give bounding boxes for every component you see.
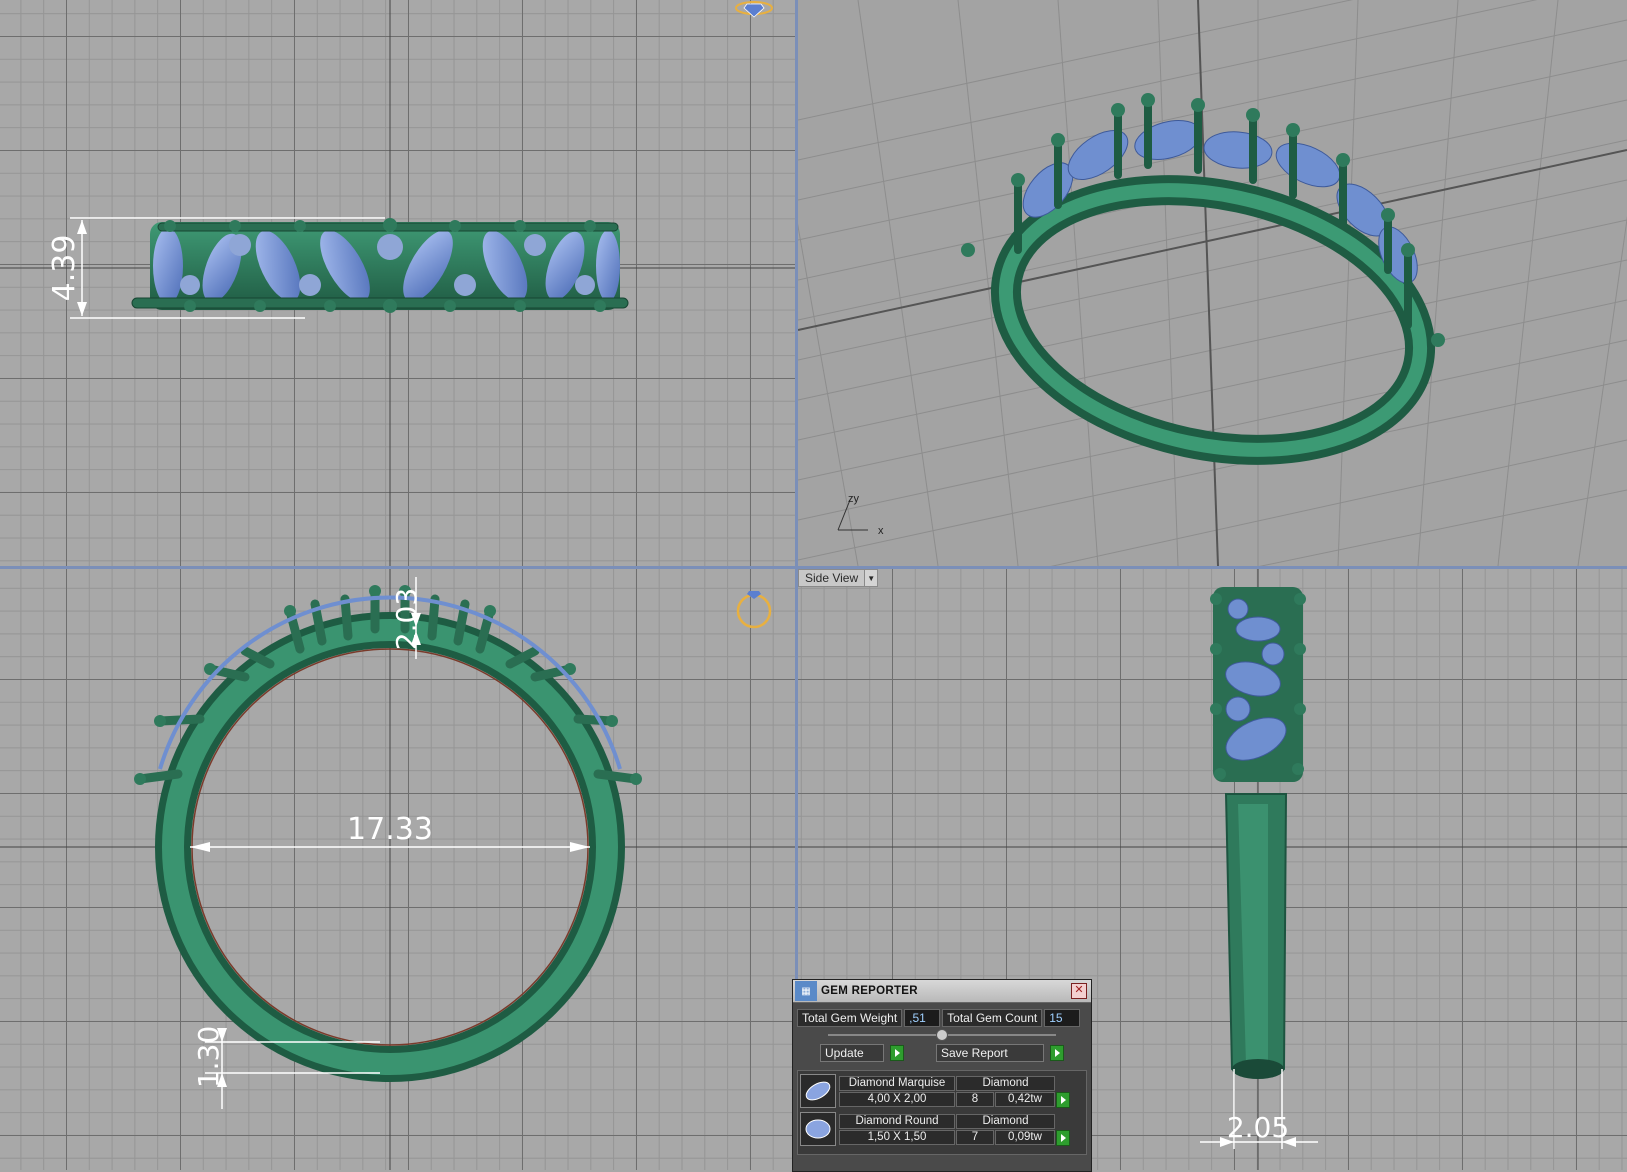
perspective-grid: x zy <box>798 0 1627 566</box>
gem-name: Diamond Round <box>839 1113 955 1129</box>
gem-reporter-title: GEM REPORTER <box>821 985 918 997</box>
axis-zy-label: zy <box>848 493 860 505</box>
ring-side-view <box>1210 587 1306 1079</box>
gem-reporter-panel: ▦ GEM REPORTER ✕ Total Gem Weight ,51 To… <box>792 979 1092 1172</box>
gem-count: 8 <box>956 1091 994 1107</box>
ring-viewport-icon[interactable] <box>736 591 772 629</box>
axis-gizmo: x zy <box>837 493 884 537</box>
total-gem-count-value: 15 <box>1044 1009 1081 1027</box>
perspective-viewport[interactable]: x zy <box>798 0 1627 566</box>
list-item[interactable]: Diamond Round Diamond 1,50 X 1,50 7 0,09… <box>800 1112 1084 1146</box>
save-report-play-icon[interactable] <box>1050 1045 1064 1061</box>
dimension-top-thickness: 2.03 <box>390 577 423 659</box>
dimension-bottom-thickness-text: 1.30 <box>192 1026 225 1088</box>
totals-row: Total Gem Weight ,51 Total Gem Count 15 <box>797 1009 1087 1027</box>
gem-weight: 0,42tw <box>995 1091 1055 1107</box>
update-button[interactable]: Update <box>820 1044 884 1062</box>
gem-size: 1,50 X 1,50 <box>839 1129 955 1145</box>
gem-material: Diamond <box>956 1075 1055 1091</box>
gem-viewport-icon[interactable] <box>735 1 773 18</box>
gem-select-play-icon[interactable] <box>1056 1129 1070 1146</box>
total-gem-weight-value: ,51 <box>904 1009 941 1027</box>
gem-material: Diamond <box>956 1113 1055 1129</box>
save-report-button[interactable]: Save Report <box>936 1044 1044 1062</box>
gem-list: Diamond Marquise Diamond 4,00 X 2,00 8 0… <box>797 1070 1087 1155</box>
gem-select-play-icon[interactable] <box>1056 1091 1070 1108</box>
top-viewport[interactable]: 4.39 <box>0 0 795 566</box>
gem-reporter-titlebar[interactable]: ▦ GEM REPORTER ✕ <box>793 980 1091 1003</box>
total-gem-count-label: Total Gem Count <box>942 1009 1043 1027</box>
top-view-canvas: 4.39 <box>0 0 795 566</box>
gem-count: 7 <box>956 1129 994 1145</box>
dimension-width-text: 2.05 <box>1227 1111 1289 1144</box>
marquise-gem-icon <box>800 1074 836 1108</box>
dimension-inner-diameter-text: 17.33 <box>347 812 433 847</box>
front-view-canvas: 17.33 2.03 1.30 <box>0 569 795 1170</box>
list-item[interactable]: Diamond Marquise Diamond 4,00 X 2,00 8 0… <box>800 1074 1084 1108</box>
close-icon[interactable]: ✕ <box>1071 983 1087 999</box>
gem-name: Diamond Marquise <box>839 1075 955 1091</box>
dimension-top-thickness-text: 2.03 <box>390 588 423 650</box>
round-gem-icon <box>800 1112 836 1146</box>
gem-reporter-icon: ▦ <box>795 981 817 1001</box>
ring-top-view <box>131 218 629 313</box>
dimension-width: 2.05 <box>1200 1069 1318 1149</box>
dimension-height-text: 4.39 <box>47 235 82 302</box>
viewport-separator-horizontal[interactable] <box>0 566 1627 569</box>
gem-weight: 0,09tw <box>995 1129 1055 1145</box>
dimension-inner-diameter: 17.33 <box>190 812 590 852</box>
gem-size: 4,00 X 2,00 <box>839 1091 955 1107</box>
actions-row: Update Save Report <box>797 1044 1087 1062</box>
total-gem-weight-label: Total Gem Weight <box>797 1009 903 1027</box>
front-viewport[interactable]: 17.33 2.03 1.30 <box>0 569 795 1170</box>
slider-handle[interactable] <box>936 1029 948 1041</box>
axis-x-label: x <box>878 525 884 537</box>
update-play-icon[interactable] <box>890 1045 904 1061</box>
panel-slider[interactable] <box>828 1029 1056 1041</box>
